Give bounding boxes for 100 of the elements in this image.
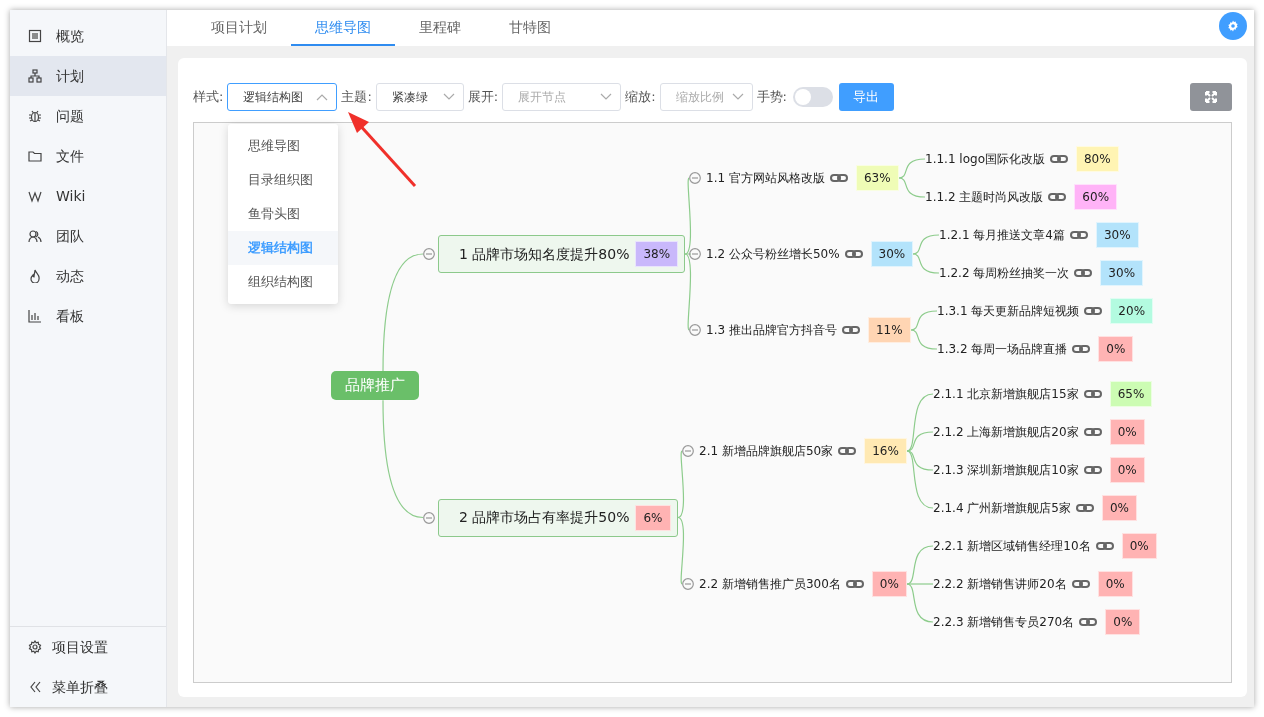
topic-label[interactable]: 2.1.3 深圳新增旗舰店10家: [933, 461, 1079, 479]
topic-label[interactable]: 2.1.4 广州新增旗舰店5家: [933, 499, 1071, 517]
link-icon[interactable]: [838, 446, 857, 456]
field-label: 主题:: [341, 88, 372, 107]
caret-icon: [316, 93, 329, 101]
fullscreen-icon: [1205, 91, 1217, 103]
progress-tag: 30%: [1100, 260, 1144, 286]
dropdown-option[interactable]: 鱼骨头图: [228, 197, 339, 231]
sidebar-item[interactable]: 计划: [10, 56, 166, 96]
link-icon[interactable]: [1084, 306, 1103, 316]
link-icon[interactable]: [1076, 503, 1094, 513]
dropdown-option[interactable]: 目录组织图: [228, 163, 339, 197]
link-icon[interactable]: [845, 579, 864, 589]
link-icon[interactable]: [1070, 230, 1088, 240]
topic-label[interactable]: 2.1 新增品牌旗舰店50家: [699, 442, 834, 460]
sidebar-item[interactable]: 项目设置: [10, 627, 166, 667]
link-icon[interactable]: [1048, 192, 1067, 202]
topic-label[interactable]: 1.1.1 logo国际化改版: [925, 150, 1045, 168]
progress-tag: 0%: [871, 571, 907, 597]
connector-line: [912, 253, 940, 274]
team-icon: [28, 229, 42, 243]
topic-label[interactable]: 2.2.2 新增销售讲师20名: [933, 575, 1067, 593]
dropdown-option[interactable]: 思维导图: [228, 129, 339, 163]
sidebar-item[interactable]: Wiki: [10, 176, 166, 216]
sidebar-item[interactable]: 问题: [10, 96, 166, 136]
progress-tag: 60%: [1074, 184, 1118, 210]
topic-label[interactable]: 2.2 新增销售推广员300名: [699, 575, 841, 593]
connector-line: [898, 158, 926, 179]
bar-chart-icon: [28, 309, 42, 323]
link-icon[interactable]: [1079, 617, 1098, 627]
topic-box[interactable]: 1 品牌市场知名度提升80% 38%: [438, 235, 686, 273]
collapse-icon[interactable]: [423, 511, 435, 524]
topic-label[interactable]: 1.2 公众号粉丝增长50%: [706, 245, 840, 263]
link-icon[interactable]: [1083, 465, 1102, 475]
collapse-icon[interactable]: [689, 172, 701, 184]
settings-icon: [1227, 20, 1239, 32]
select-field[interactable]: 紧凑绿: [375, 83, 464, 111]
topic-label[interactable]: 1.3 推出品牌官方抖音号: [706, 321, 837, 339]
link-icon[interactable]: [1095, 541, 1114, 551]
tab[interactable]: 里程碑: [395, 10, 485, 46]
flame-icon: [28, 269, 42, 283]
collapse-icon[interactable]: [689, 248, 701, 260]
progress-tag: 16%: [864, 438, 907, 464]
topic-label[interactable]: 1.2.1 每月推送文章4篇: [939, 226, 1065, 244]
connector-line: [910, 329, 938, 350]
connector-line: [910, 310, 938, 331]
topic-label[interactable]: 2.2.1 新增区域销售经理10名: [933, 537, 1091, 555]
link-icon[interactable]: [1072, 344, 1091, 354]
link-icon[interactable]: [829, 173, 848, 183]
bug-icon: [28, 109, 42, 123]
topic-label[interactable]: 2.1.2 上海新增旗舰店20家: [933, 423, 1079, 441]
topic-box[interactable]: 2 品牌市场占有率提升50% 6%: [438, 498, 678, 537]
link-icon[interactable]: [1083, 389, 1102, 399]
sidebar-item[interactable]: 看板: [10, 296, 166, 336]
folder-icon: [28, 149, 42, 163]
progress-tag: 6%: [635, 504, 671, 531]
link-icon[interactable]: [841, 325, 860, 335]
progress-tag: 38%: [635, 241, 679, 267]
progress-tag: 0%: [1121, 533, 1157, 559]
topic-label[interactable]: 1.2.2 每周粉丝抽奖一次: [939, 264, 1070, 282]
tab[interactable]: 甘特图: [485, 10, 575, 46]
sidebar-item[interactable]: 菜单折叠: [10, 667, 166, 707]
topic-label[interactable]: 2.1.1 北京新增旗舰店15家: [933, 385, 1079, 403]
select-field[interactable]: 逻辑结构图: [227, 83, 338, 111]
collapse-icon[interactable]: [423, 248, 435, 260]
progress-tag: 11%: [867, 317, 911, 343]
progress-tag: 0%: [1097, 571, 1133, 597]
progress-tag: 0%: [1109, 457, 1145, 483]
fullscreen-button[interactable]: [1190, 83, 1232, 111]
link-icon[interactable]: [1050, 154, 1068, 164]
collapse-icon[interactable]: [689, 324, 701, 336]
progress-tag: 0%: [1102, 495, 1138, 521]
sidebar-item[interactable]: 动态: [10, 256, 166, 296]
topic-label[interactable]: 1.1 官方网站风格改版: [706, 169, 825, 187]
caret-icon: [442, 93, 455, 101]
topic-label[interactable]: 1.3.2 每周一场品牌直播: [937, 340, 1068, 358]
topic-label: 1 品牌市场知名度提升80%: [459, 244, 630, 264]
link-icon[interactable]: [1071, 579, 1090, 589]
gesture-toggle[interactable]: [792, 87, 833, 107]
topic-label: 2 品牌市场占有率提升50%: [459, 508, 630, 527]
sidebar-item[interactable]: 团队: [10, 216, 166, 256]
collapse-icon[interactable]: [682, 445, 694, 457]
wiki-icon: [28, 189, 42, 203]
dropdown-option[interactable]: 组织结构图: [228, 265, 339, 299]
progress-tag: 0%: [1098, 336, 1134, 362]
link-icon[interactable]: [1074, 268, 1093, 278]
sidebar-item[interactable]: 文件: [10, 136, 166, 176]
topic-label[interactable]: 2.2.3 新增销售专员270名: [933, 613, 1075, 631]
link-icon[interactable]: [1083, 427, 1102, 437]
topic-label[interactable]: 1.3.1 每天更新品牌短视频: [937, 302, 1080, 320]
link-icon[interactable]: [844, 249, 863, 259]
sitemap-icon: [28, 69, 42, 83]
settings-button[interactable]: [1219, 12, 1247, 40]
collapse-icon[interactable]: [682, 578, 694, 590]
field-label: 手势:: [756, 88, 787, 107]
topic-label[interactable]: 1.1.2 主题时尚风改版: [925, 188, 1044, 206]
tab[interactable]: 思维导图: [291, 10, 395, 46]
sidebar-item[interactable]: 概览: [10, 16, 166, 56]
caret-icon: [600, 93, 613, 101]
tab[interactable]: 项目计划: [187, 10, 291, 46]
